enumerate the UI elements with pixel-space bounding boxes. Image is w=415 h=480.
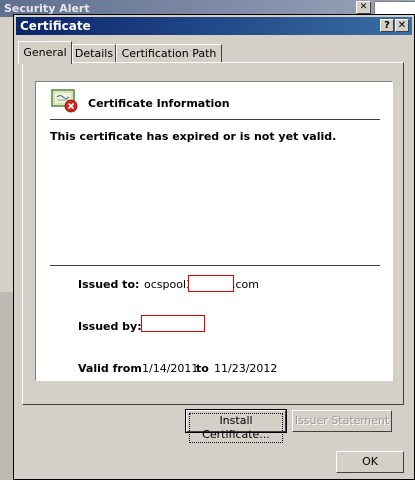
valid-from-date: 1/14/2011 <box>142 362 199 375</box>
close-button[interactable]: ✕ <box>395 19 409 32</box>
valid-to-label: to <box>196 362 209 375</box>
issued-to-redaction <box>188 275 234 292</box>
tab-general-label: General <box>23 46 67 59</box>
issued-to-label: Issued to: <box>78 278 140 291</box>
dialog-titlebar[interactable]: Certificate ? ✕ <box>16 17 412 35</box>
install-certificate-button[interactable]: Install Certificate... <box>185 409 287 443</box>
valid-from-label: Valid from <box>78 362 142 375</box>
tab-details-label: Details <box>74 47 114 60</box>
certificate-icon <box>51 89 78 113</box>
help-button[interactable]: ? <box>380 19 394 32</box>
dialog-title: Certificate <box>20 19 91 33</box>
valid-to-date: 11/23/2012 <box>214 362 278 375</box>
install-certificate-label: Install Certificate... <box>189 413 283 443</box>
divider-bottom <box>50 265 380 266</box>
issued-to-suffix: .com <box>232 278 259 291</box>
issued-by-redaction <box>141 315 205 332</box>
issued-by-label: Issued by: <box>78 320 142 333</box>
issuer-statement-button[interactable]: Issuer Statement <box>292 410 392 432</box>
tab-general[interactable]: General <box>18 41 72 64</box>
tab-certification-path[interactable]: Certification Path <box>116 44 222 63</box>
tab-certification-path-label: Certification Path <box>121 47 217 60</box>
background-close-button[interactable]: ✕ <box>356 1 371 14</box>
certificate-status-text: This certificate has expired or is not y… <box>50 130 337 143</box>
divider-top <box>50 119 380 120</box>
background-window-body <box>0 17 13 292</box>
tab-details[interactable]: Details <box>72 44 116 63</box>
ok-button[interactable]: OK <box>336 451 404 473</box>
certificate-info-title: Certificate Information <box>88 97 230 110</box>
certificate-info-box: Certificate Information This certificate… <box>35 81 393 381</box>
background-window-body-lower <box>0 292 13 480</box>
certificate-dialog: Certificate ? ✕ General Details Certific… <box>13 14 415 480</box>
